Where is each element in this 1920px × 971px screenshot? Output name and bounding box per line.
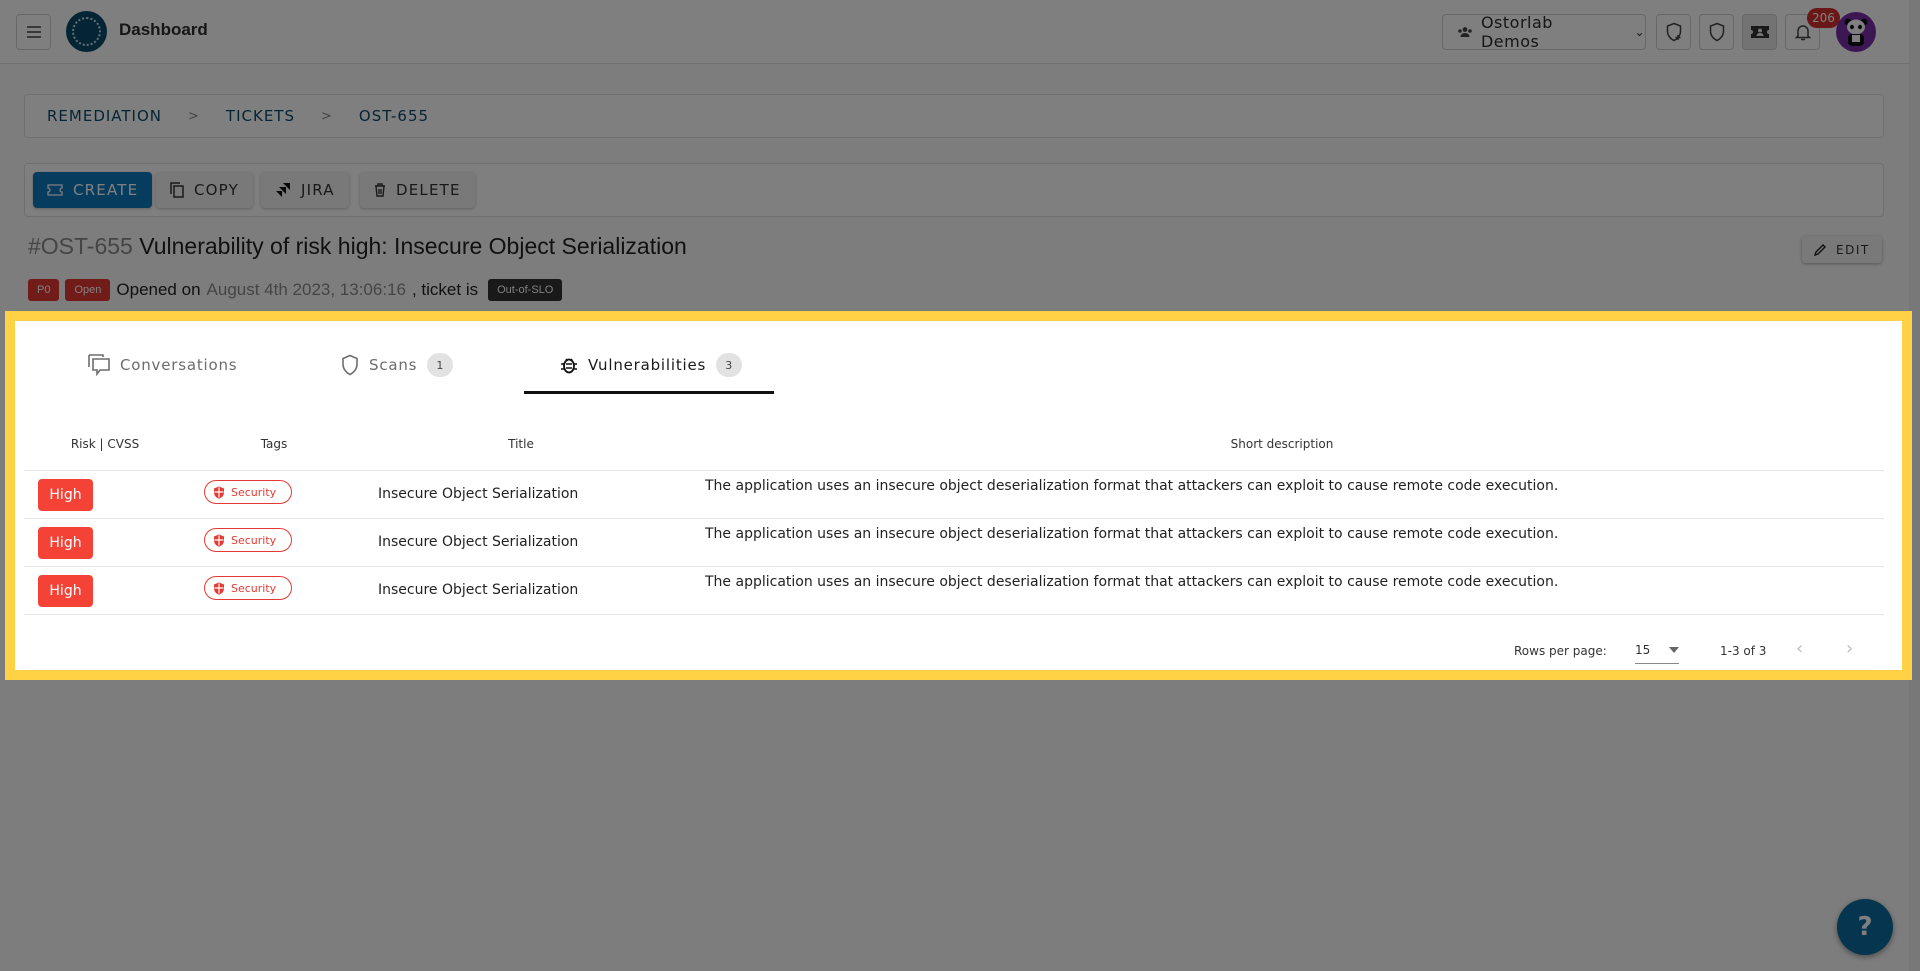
rows-per-page-value: 15 — [1635, 642, 1651, 657]
column-risk[interactable]: Risk | CVSS — [71, 437, 139, 451]
highlighted-panel: Conversations Scans 1 Vulnerabilities 3 … — [5, 311, 1912, 680]
rows-per-page-select[interactable]: 15 — [1635, 636, 1679, 664]
vulnerabilities-table: Risk | CVSS Tags Title Short description… — [24, 420, 1884, 615]
tab-scans-count: 1 — [427, 353, 454, 377]
bug-icon — [561, 358, 577, 374]
table-row[interactable]: High Security Insecure Object Serializat… — [24, 519, 1884, 567]
vulnerability-description: The application uses an insecure object … — [705, 526, 1559, 542]
shield-icon — [342, 354, 358, 376]
vulnerability-title: Insecure Object Serialization — [378, 582, 579, 598]
security-shield-icon — [214, 534, 224, 547]
tag-label: Security — [231, 485, 277, 499]
tag-chip: Security — [204, 480, 292, 504]
table-row[interactable]: High Security Insecure Object Serializat… — [24, 471, 1884, 519]
active-tab-indicator — [524, 391, 774, 394]
ticket-tabs: Conversations Scans 1 Vulnerabilities 3 — [15, 321, 1902, 396]
pagination-range: 1-3 of 3 — [1720, 644, 1767, 658]
vulnerability-title: Insecure Object Serialization — [378, 486, 579, 502]
caret-down-icon — [1669, 646, 1679, 653]
vulnerability-description: The application uses an insecure object … — [705, 574, 1559, 590]
tab-vulnerabilities-count: 3 — [716, 353, 743, 377]
tab-scans[interactable]: Scans 1 — [341, 345, 454, 385]
tag-label: Security — [231, 533, 277, 547]
table-header: Risk | CVSS Tags Title Short description — [24, 420, 1884, 471]
rows-per-page-label: Rows per page: — [1514, 644, 1607, 658]
table-pagination: Rows per page: 15 1-3 of 3 ‹ › — [15, 632, 1902, 672]
risk-badge: High — [38, 575, 93, 607]
column-title[interactable]: Title — [508, 437, 534, 451]
conversations-icon — [88, 354, 110, 376]
previous-page-button[interactable]: ‹ — [1796, 638, 1803, 659]
security-shield-icon — [214, 486, 224, 499]
tab-scans-label: Scans — [369, 356, 418, 374]
tab-vulnerabilities-label: Vulnerabilities — [588, 356, 707, 374]
tab-conversations[interactable]: Conversations — [88, 345, 237, 385]
tab-vulnerabilities[interactable]: Vulnerabilities 3 — [560, 345, 743, 385]
security-shield-icon — [214, 582, 224, 595]
vulnerability-description: The application uses an insecure object … — [705, 478, 1559, 494]
risk-badge: High — [38, 527, 93, 559]
tag-chip: Security — [204, 528, 292, 552]
tag-label: Security — [231, 581, 277, 595]
vulnerability-title: Insecure Object Serialization — [378, 534, 579, 550]
table-row[interactable]: High Security Insecure Object Serializat… — [24, 567, 1884, 615]
next-page-button[interactable]: › — [1846, 638, 1853, 659]
tab-conversations-label: Conversations — [120, 356, 238, 374]
column-short-description[interactable]: Short description — [1231, 437, 1334, 451]
risk-badge: High — [38, 479, 93, 511]
column-tags[interactable]: Tags — [261, 437, 288, 451]
tag-chip: Security — [204, 576, 292, 600]
